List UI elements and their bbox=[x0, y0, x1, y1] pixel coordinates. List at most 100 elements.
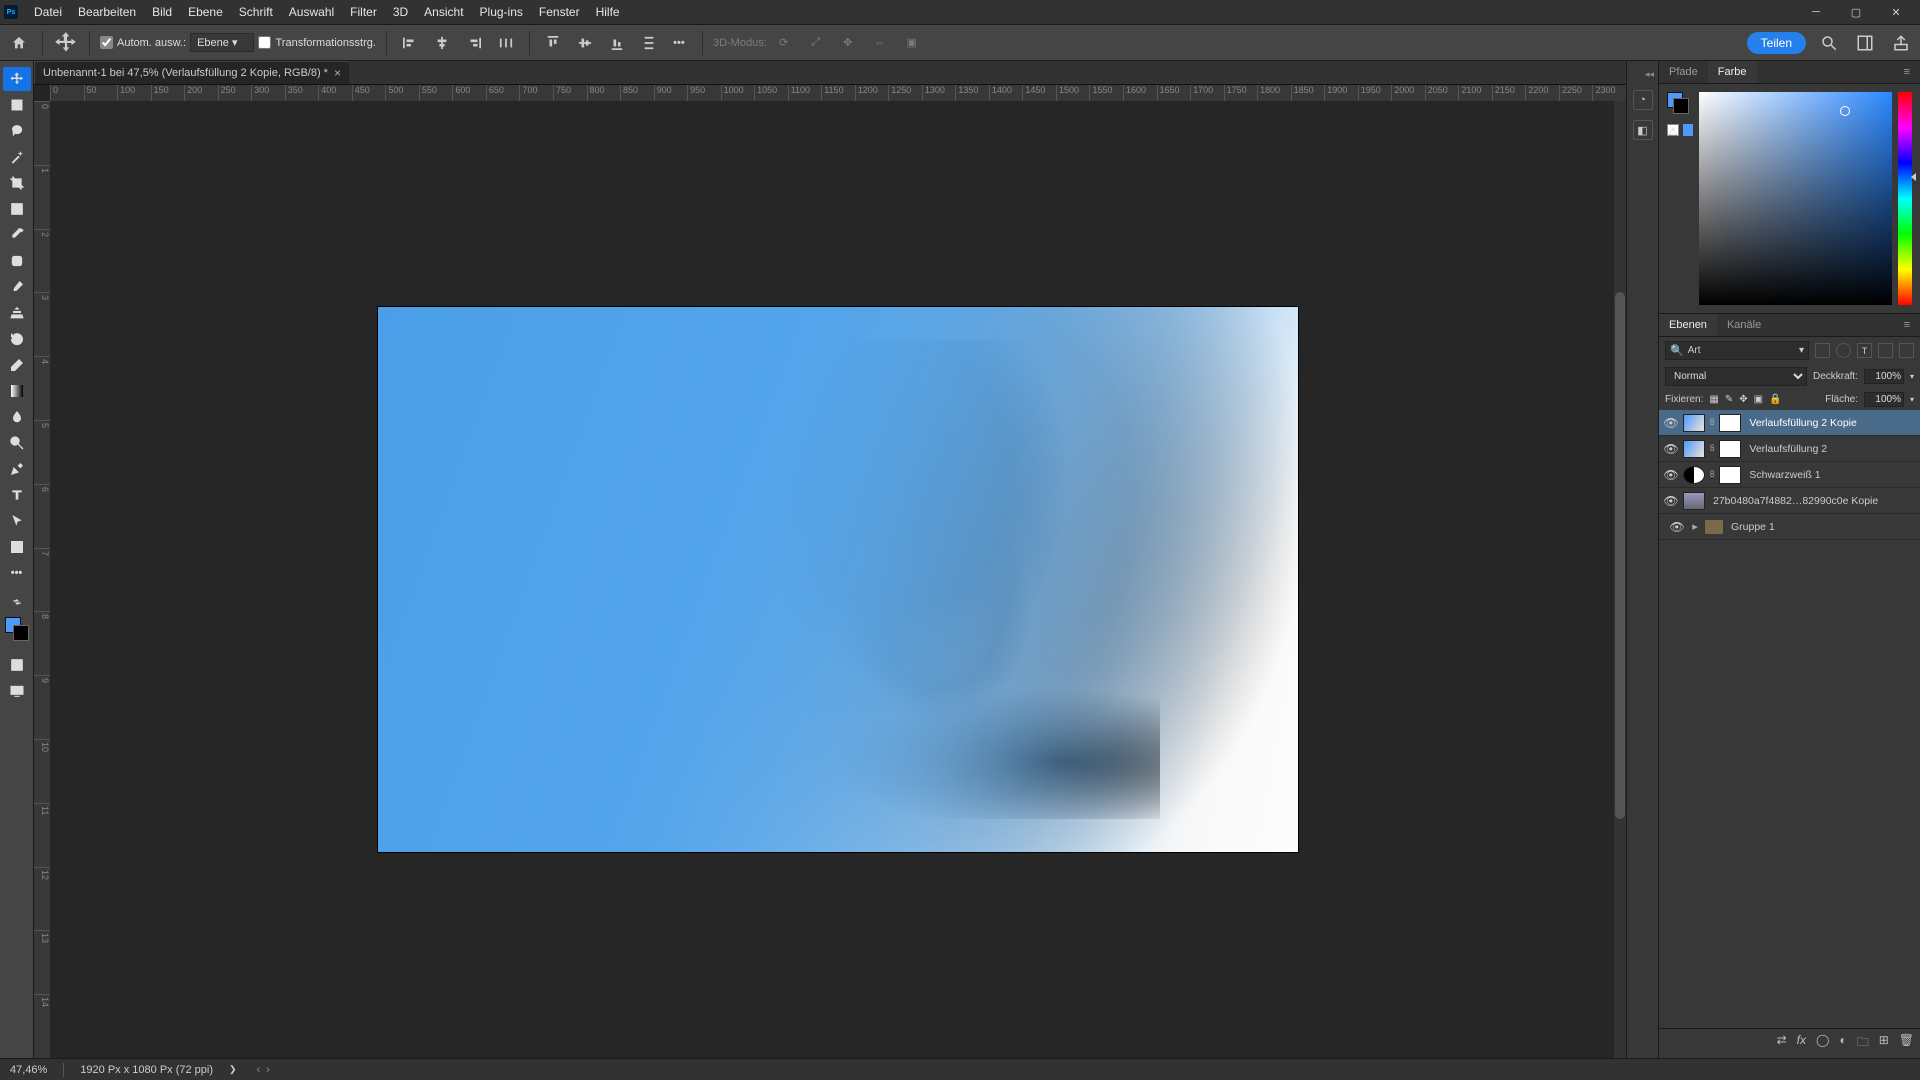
tab-color[interactable]: Farbe bbox=[1708, 61, 1757, 83]
menu-3d[interactable]: 3D bbox=[385, 0, 416, 24]
lasso-tool[interactable] bbox=[3, 119, 31, 143]
ruler-vertical[interactable]: 01234567891011121314 bbox=[34, 101, 50, 1058]
link-layers-icon[interactable]: ⇄ bbox=[1777, 1033, 1787, 1054]
crop-tool[interactable] bbox=[3, 171, 31, 195]
filter-adjust-icon[interactable] bbox=[1836, 343, 1851, 358]
healing-brush-tool[interactable] bbox=[3, 249, 31, 273]
menu-auswahl[interactable]: Auswahl bbox=[281, 0, 342, 24]
type-tool[interactable] bbox=[3, 483, 31, 507]
hue-slider-thumb[interactable] bbox=[1911, 173, 1916, 181]
filter-smart-icon[interactable] bbox=[1899, 343, 1914, 358]
eyedropper-tool[interactable] bbox=[3, 223, 31, 247]
layer-visibility-toggle[interactable]: 👁 bbox=[1663, 442, 1679, 456]
history-brush-tool[interactable] bbox=[3, 327, 31, 351]
shape-tool[interactable] bbox=[3, 535, 31, 559]
tab-channels[interactable]: Kanäle bbox=[1717, 314, 1771, 336]
tab-paths[interactable]: Pfade bbox=[1659, 61, 1708, 83]
move-tool-icon[interactable] bbox=[53, 30, 79, 56]
dodge-tool[interactable] bbox=[3, 431, 31, 455]
layer-thumbnail[interactable] bbox=[1683, 466, 1705, 484]
zoom-readout[interactable]: 47,46% bbox=[10, 1064, 47, 1076]
group-expand-icon[interactable]: ▸ bbox=[1689, 520, 1701, 533]
layer-row[interactable]: 👁𝟾Schwarzweiß 1 bbox=[1659, 462, 1920, 488]
filter-type-icon[interactable]: T bbox=[1857, 343, 1872, 358]
align-bottom-icon[interactable] bbox=[604, 30, 630, 56]
auto-select-checkbox[interactable]: Autom. ausw.: bbox=[100, 36, 186, 49]
background-color[interactable] bbox=[13, 625, 29, 641]
layer-visibility-toggle[interactable]: 👁 bbox=[1663, 468, 1679, 482]
layer-visibility-toggle[interactable]: 👁 bbox=[1663, 494, 1679, 508]
pen-tool[interactable] bbox=[3, 457, 31, 481]
opacity-input[interactable] bbox=[1864, 369, 1904, 384]
web-safe-swatch[interactable] bbox=[1683, 124, 1693, 136]
magic-wand-tool[interactable] bbox=[3, 145, 31, 169]
menu-bild[interactable]: Bild bbox=[144, 0, 180, 24]
align-center-v-icon[interactable] bbox=[572, 30, 598, 56]
blend-mode-dropdown[interactable]: Normal bbox=[1665, 367, 1807, 386]
layer-row[interactable]: 👁 27b0480a7f4882…82990c0e Kopie bbox=[1659, 488, 1920, 514]
delete-layer-icon[interactable]: 🗑 bbox=[1899, 1033, 1914, 1054]
document-canvas[interactable] bbox=[378, 307, 1298, 852]
lock-transparent-icon[interactable]: ▦ bbox=[1709, 394, 1718, 405]
workspace-switcher-icon[interactable] bbox=[1852, 30, 1878, 56]
search-icon[interactable] bbox=[1816, 30, 1842, 56]
tab-layers[interactable]: Ebenen bbox=[1659, 314, 1717, 336]
vertical-scrollbar[interactable] bbox=[1614, 101, 1626, 1058]
color-panel-swatches[interactable] bbox=[1667, 92, 1689, 114]
chevron-down-icon[interactable]: ▾ bbox=[1910, 372, 1914, 381]
path-selection-tool[interactable] bbox=[3, 509, 31, 533]
layer-link-icon[interactable]: 𝟾 bbox=[1709, 469, 1715, 480]
blur-tool[interactable] bbox=[3, 405, 31, 429]
layer-link-icon[interactable]: 𝟾 bbox=[1709, 417, 1715, 428]
color-field[interactable] bbox=[1699, 92, 1892, 305]
more-tools-icon[interactable]: ••• bbox=[3, 561, 31, 585]
history-panel-icon[interactable]: ◔ bbox=[1633, 90, 1653, 110]
menu-fenster[interactable]: Fenster bbox=[531, 0, 588, 24]
more-options-icon[interactable]: ••• bbox=[666, 30, 692, 56]
properties-panel-icon[interactable]: ◧ bbox=[1633, 120, 1653, 140]
filter-pixel-icon[interactable] bbox=[1815, 343, 1830, 358]
layer-mask-thumbnail[interactable] bbox=[1719, 466, 1741, 484]
window-close-button[interactable]: ✕ bbox=[1876, 2, 1916, 22]
filter-shape-icon[interactable] bbox=[1878, 343, 1893, 358]
canvas-area[interactable] bbox=[50, 101, 1626, 1058]
layer-thumbnail[interactable] bbox=[1683, 440, 1705, 458]
scrollbar-thumb[interactable] bbox=[1615, 292, 1625, 818]
layers-panel-menu-icon[interactable]: ≡ bbox=[1894, 314, 1920, 336]
transform-controls-checkbox[interactable]: Transformationsstrg. bbox=[258, 36, 375, 49]
frame-tool[interactable] bbox=[3, 197, 31, 221]
layer-mask-icon[interactable]: ◯ bbox=[1816, 1033, 1829, 1054]
menu-schrift[interactable]: Schrift bbox=[231, 0, 281, 24]
align-right-icon[interactable] bbox=[461, 30, 487, 56]
menu-datei[interactable]: Datei bbox=[26, 0, 70, 24]
document-tab[interactable]: Unbenannt-1 bei 47,5% (Verlaufsfüllung 2… bbox=[34, 61, 349, 84]
chevron-down-icon[interactable]: ▾ bbox=[1910, 395, 1914, 404]
doc-info-chevron-icon[interactable]: ❯ bbox=[229, 1064, 237, 1075]
menu-bearbeiten[interactable]: Bearbeiten bbox=[70, 0, 144, 24]
layer-row[interactable]: 👁𝟾Verlaufsfüllung 2 Kopie bbox=[1659, 410, 1920, 436]
menu-ebene[interactable]: Ebene bbox=[180, 0, 231, 24]
lock-pixels-icon[interactable]: ✎ bbox=[1725, 394, 1733, 405]
color-swatches[interactable] bbox=[5, 617, 29, 641]
lock-all-icon[interactable]: 🔒 bbox=[1769, 394, 1781, 405]
panel-menu-icon[interactable]: ≡ bbox=[1894, 61, 1920, 83]
swap-colors-icon[interactable] bbox=[3, 595, 31, 609]
layer-visibility-toggle[interactable]: 👁 bbox=[1669, 520, 1685, 534]
distribute-h-icon[interactable] bbox=[493, 30, 519, 56]
panel-collapse-icon[interactable]: ◂◂ bbox=[1645, 69, 1658, 80]
window-maximize-button[interactable]: ▢ bbox=[1836, 2, 1876, 22]
align-top-icon[interactable] bbox=[540, 30, 566, 56]
layer-group-icon[interactable]: 🗀 bbox=[1857, 1033, 1869, 1054]
menu-ansicht[interactable]: Ansicht bbox=[416, 0, 471, 24]
layer-visibility-toggle[interactable]: 👁 bbox=[1663, 416, 1679, 430]
distribute-v-icon[interactable] bbox=[636, 30, 662, 56]
move-tool[interactable] bbox=[3, 67, 31, 91]
brush-tool[interactable] bbox=[3, 275, 31, 299]
layer-name[interactable]: 27b0480a7f4882…82990c0e Kopie bbox=[1709, 495, 1916, 507]
layer-link-icon[interactable]: 𝟾 bbox=[1709, 443, 1715, 454]
menu-plug-ins[interactable]: Plug-ins bbox=[472, 0, 531, 24]
menu-hilfe[interactable]: Hilfe bbox=[588, 0, 628, 24]
screen-mode-icon[interactable] bbox=[3, 679, 31, 703]
tab-close-icon[interactable]: × bbox=[334, 66, 341, 80]
layer-name[interactable]: Verlaufsfüllung 2 bbox=[1745, 443, 1916, 455]
